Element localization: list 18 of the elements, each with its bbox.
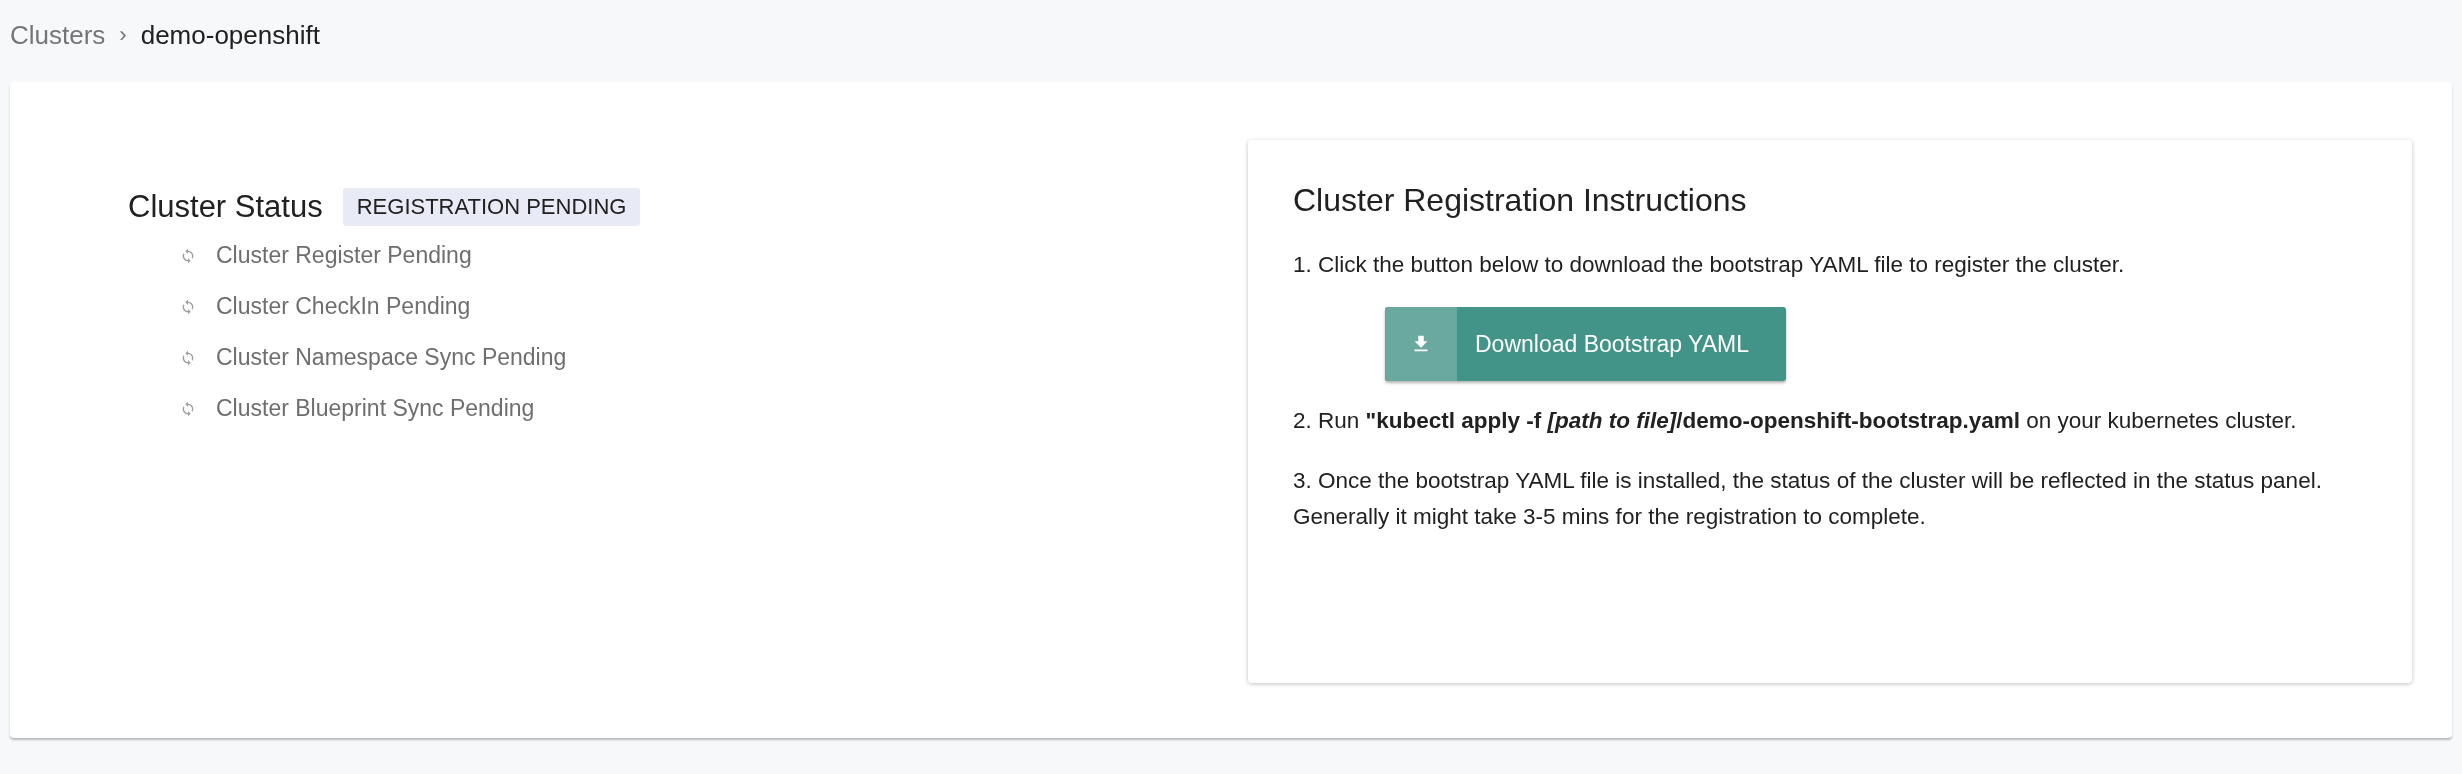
status-badge: REGISTRATION PENDING [342, 188, 641, 226]
breadcrumb-current: demo-openshift [140, 19, 320, 51]
instruction-text: 3. Once the bootstrap YAML file is installed, the status of the cluster will be reflected in the status panel. Generally it might take 3-5 mins for the registration to complete. [1293, 467, 2323, 531]
panel-title: Cluster Registration Instructions [1293, 182, 1748, 219]
refresh-icon [180, 298, 196, 315]
breadcrumb-separator: › [119, 22, 127, 48]
status-item: Cluster Register Pending [216, 242, 472, 269]
status-item: Cluster Blueprint Sync Pending [216, 395, 535, 422]
refresh-icon [180, 400, 196, 417]
breadcrumb-link[interactable]: Clusters [10, 19, 106, 51]
refresh-icon [180, 349, 196, 366]
refresh-icon [180, 247, 196, 264]
download-button[interactable]: Download Bootstrap YAML [1385, 307, 1787, 381]
instruction-text: 1. Click the button below to download the bootstrap YAML file to register the cluster. [1293, 251, 2126, 279]
status-item: Cluster CheckIn Pending [216, 293, 471, 320]
instruction-text: 2. Run "kubectl apply -f [path to file]/demo-openshift-bootstrap.yaml on your kubernetes cluster. [1293, 407, 2298, 435]
section-title: Cluster Status [128, 189, 323, 225]
status-item: Cluster Namespace Sync Pending [216, 344, 567, 371]
